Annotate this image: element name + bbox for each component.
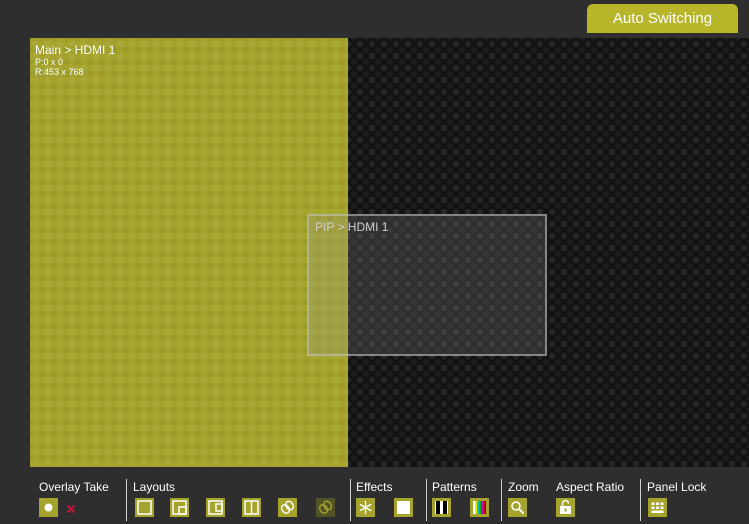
layout-single-button[interactable] (135, 498, 154, 517)
panel-lock-button[interactable] (648, 498, 667, 517)
patterns-bars-button[interactable] (432, 498, 451, 517)
panel-lock-label: Panel Lock (647, 480, 707, 494)
layout-side-pip-icon (208, 500, 223, 515)
small-x-icon[interactable] (66, 504, 76, 514)
effects-label: Effects (356, 480, 393, 494)
layout-pip-button[interactable] (170, 498, 189, 517)
layout-split-icon (244, 500, 259, 515)
overlay-take-label: Overlay Take (39, 480, 109, 494)
main-window-resolution: R:453 x 768 (35, 67, 84, 77)
layout-swap-button[interactable] (278, 498, 297, 517)
aspect-lock-icon (560, 499, 571, 514)
separator (426, 479, 427, 521)
separator (126, 479, 127, 521)
patterns-label: Patterns (432, 480, 477, 494)
pip-window-title: PIP > HDMI 1 (315, 220, 389, 234)
overlay-take-button[interactable] (39, 498, 58, 517)
layout-side-pip-button[interactable] (206, 498, 225, 517)
swap-link-icon (280, 500, 295, 514)
keypad-icon (651, 502, 664, 513)
white-square-icon (397, 501, 410, 514)
layout-swap-disabled-button[interactable] (316, 498, 335, 517)
separator (350, 479, 351, 521)
magnifier-icon (511, 501, 524, 514)
main-window[interactable]: Main > HDMI 1 P:0 x 0 R:453 x 768 (30, 38, 348, 467)
separator (501, 479, 502, 521)
zoom-button[interactable] (508, 498, 527, 517)
main-window-position: P:0 x 0 (35, 57, 64, 67)
black-bars-icon (435, 501, 448, 514)
snowflake-icon (359, 500, 372, 515)
layout-canvas: Main > HDMI 1 P:0 x 0 R:453 x 768 PIP > … (30, 38, 749, 467)
color-bars-icon (473, 501, 486, 514)
effects-blank-button[interactable] (394, 498, 413, 517)
top-bar: Auto Switching (0, 0, 749, 38)
layout-split-button[interactable] (242, 498, 261, 517)
effects-freeze-button[interactable] (356, 498, 375, 517)
bottom-toolbar: Overlay Take Layouts Effects Patterns Zo… (0, 467, 749, 524)
patterns-color-button[interactable] (470, 498, 489, 517)
layout-pip-icon (172, 500, 187, 515)
zoom-label: Zoom (508, 480, 539, 494)
layout-single-icon (137, 500, 152, 515)
auto-switching-button[interactable]: Auto Switching (587, 4, 738, 33)
main-window-title: Main > HDMI 1 (35, 43, 116, 57)
aspect-ratio-label: Aspect Ratio (556, 480, 625, 494)
layouts-label: Layouts (133, 480, 176, 494)
separator (640, 479, 641, 521)
record-dot-icon (44, 503, 53, 512)
pip-window[interactable]: PIP > HDMI 1 (307, 214, 547, 356)
aspect-ratio-button[interactable] (556, 498, 575, 517)
swap-link-icon (318, 500, 333, 514)
